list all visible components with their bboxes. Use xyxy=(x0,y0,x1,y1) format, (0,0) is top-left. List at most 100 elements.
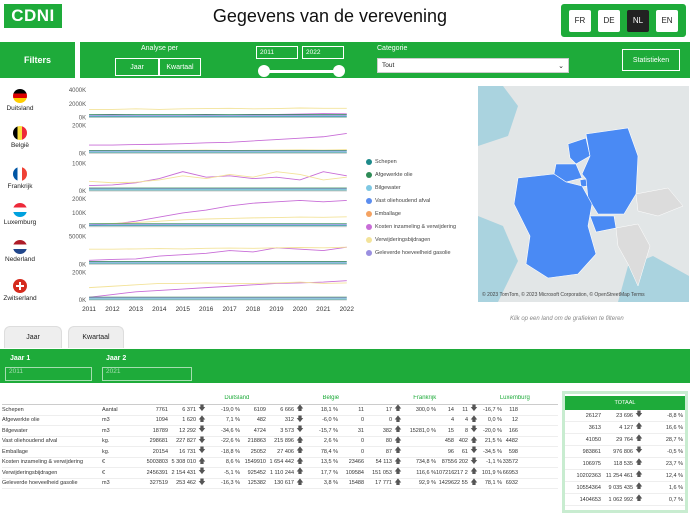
year-slider-end-handle[interactable] xyxy=(333,65,345,77)
legend-item[interactable]: Afgewerkte olie xyxy=(366,168,476,181)
table-cell: -15,7 % xyxy=(319,427,338,434)
year-to-input[interactable]: 2022 xyxy=(302,46,344,59)
table-cell: kg. xyxy=(102,438,110,445)
statistics-button[interactable]: Statistieken xyxy=(622,49,680,71)
arrow-down-icon: 🡇 xyxy=(470,457,478,465)
table-cell: -1,1 % xyxy=(486,459,502,466)
y-tick-label: 0K xyxy=(79,189,86,195)
legend-label: Kosten inzameling & verwijdering xyxy=(375,223,457,230)
table-cell: 5003803 xyxy=(146,459,168,466)
total-row: 41050 29 764 🡅 28,7 % xyxy=(565,434,685,446)
y-tick-label: 100K xyxy=(72,161,86,167)
year-from-input[interactable]: 2011 xyxy=(256,46,298,59)
lang-de-button[interactable]: DE xyxy=(598,9,620,32)
table-cell: 458 xyxy=(444,438,454,445)
arrow-down-icon: 🡇 xyxy=(470,405,478,413)
jaar1-input[interactable]: 2011 xyxy=(5,367,92,381)
language-switcher: FR DE NL EN xyxy=(561,4,686,37)
table-cell: 116,6 % xyxy=(416,469,436,476)
table-cell: 9 035 435 xyxy=(608,484,633,491)
page-title: Gegevens van de verevening xyxy=(212,6,448,26)
lang-fr-button[interactable]: FR xyxy=(569,9,591,32)
legend-item[interactable]: Vast oliehoudend afval xyxy=(366,194,476,207)
year-slider-start-handle[interactable] xyxy=(258,65,270,77)
table-cell: 8755 xyxy=(441,459,454,466)
country-label-be[interactable]: België xyxy=(0,126,40,149)
table-cell: 1094 xyxy=(155,417,168,424)
total-row: 1404653 1 062 992 🡅 0,7 % xyxy=(565,494,685,506)
table-cell: 598 xyxy=(508,448,518,455)
europe-map[interactable] xyxy=(478,86,689,302)
legend-label: Vast oliehoudend afval xyxy=(375,197,431,204)
legend-dot-icon xyxy=(366,210,372,217)
legend-label: Bilgewater xyxy=(375,184,401,191)
kwartaal-toggle-button[interactable]: Kwartaal xyxy=(159,58,201,76)
table-cell: 8,6 % xyxy=(225,459,240,466)
table-cell: Verwijderingsbijdragen xyxy=(2,469,58,476)
legend-item[interactable]: Kosten inzameling & verwijdering xyxy=(366,220,476,233)
jaar2-input[interactable]: 2021 xyxy=(102,367,192,381)
legend-label: Geleverde hoeveelheid gasolie xyxy=(375,249,451,256)
table-cell: 12 xyxy=(511,417,518,424)
table-cell: 21,5 % xyxy=(484,438,502,445)
legend-item[interactable]: Geleverde hoeveelheid gasolie xyxy=(366,246,476,259)
table-cell: Vast oliehoudend afval xyxy=(2,438,58,445)
categorie-select[interactable]: Tout ⌄ xyxy=(377,58,569,73)
table-cell: 15488 xyxy=(348,480,364,487)
table-cell: 23466 xyxy=(348,459,364,466)
table-cell: Aantal xyxy=(102,406,118,413)
table-cell: 10554364 xyxy=(576,484,601,491)
table-cell: 6932 xyxy=(505,480,518,487)
flag-be-icon xyxy=(13,126,27,140)
arrow-up-icon: 🡅 xyxy=(635,471,643,478)
legend-item[interactable]: Schepen xyxy=(366,155,476,168)
jaar-toggle-button[interactable]: Jaar xyxy=(115,58,159,76)
legend-item[interactable]: Bilgewater xyxy=(366,181,476,194)
x-tick-label: 2022 xyxy=(340,306,355,313)
tab-kwartaal[interactable]: Kwartaal xyxy=(68,326,124,348)
arrow-up-icon: 🡅 xyxy=(394,426,402,434)
table-cell: 6 666 xyxy=(280,406,294,413)
y-tick-label: 200K xyxy=(72,197,86,203)
total-header: TOTAAL xyxy=(565,396,685,410)
flag-lu-icon xyxy=(13,203,27,217)
country-label-nl[interactable]: Nederland xyxy=(0,240,40,263)
filters-button[interactable]: Filters xyxy=(0,42,75,78)
country-name: Zwitserland xyxy=(3,295,37,302)
table-cell: 11 xyxy=(358,406,364,413)
country-name: Luxemburg xyxy=(3,219,37,226)
table-cell: 402 xyxy=(458,438,468,445)
legend-item[interactable]: Emballage xyxy=(366,207,476,220)
legend-item[interactable]: Verwijderingsbijdragen xyxy=(366,233,476,246)
country-label-fr[interactable]: Frankrijk xyxy=(0,167,40,190)
arrow-up-icon: 🡅 xyxy=(470,468,478,476)
table-cell: -8,8 % xyxy=(667,412,683,419)
table-cell: 1 062 992 xyxy=(608,496,633,503)
arrow-up-icon: 🡅 xyxy=(635,435,643,442)
table-cell: 215 896 xyxy=(274,438,294,445)
table-cell: 4 127 xyxy=(619,424,633,431)
country-label-lu[interactable]: Luxemburg xyxy=(0,203,40,226)
y-tick-label: 200K xyxy=(72,124,86,130)
lang-nl-button[interactable]: NL xyxy=(627,9,649,32)
tab-jaar[interactable]: Jaar xyxy=(4,326,62,348)
table-cell: Afgewerkte olie xyxy=(2,417,40,424)
y-tick-label: 0K xyxy=(79,298,86,304)
total-table: TOTAAL 26127 23 696 🡇 -8,8 % 3613 4 127 🡅 16,6 %… xyxy=(562,391,688,513)
country-label-de[interactable]: Duitsland xyxy=(0,89,40,112)
arrow-down-icon: 🡇 xyxy=(198,426,206,434)
table-cell: 27 406 xyxy=(277,448,294,455)
lang-en-button[interactable]: EN xyxy=(656,9,678,32)
table-cell: 12,4 % xyxy=(665,472,683,479)
legend-label: Verwijderingsbijdragen xyxy=(375,236,431,243)
table-cell: 17 771 xyxy=(375,480,392,487)
arrow-up-icon: 🡅 xyxy=(470,415,478,423)
table-cell: 7761 xyxy=(155,406,168,413)
x-tick-label: 2013 xyxy=(129,306,144,313)
country-column-header: Luxemburg xyxy=(499,394,530,401)
year-slider-track[interactable] xyxy=(264,70,340,73)
table-cell: 6 202 xyxy=(454,459,468,466)
country-label-ch[interactable]: Zwitserland xyxy=(0,279,40,302)
table-cell: 20154 xyxy=(152,448,168,455)
arrow-down-icon: 🡇 xyxy=(198,468,206,476)
